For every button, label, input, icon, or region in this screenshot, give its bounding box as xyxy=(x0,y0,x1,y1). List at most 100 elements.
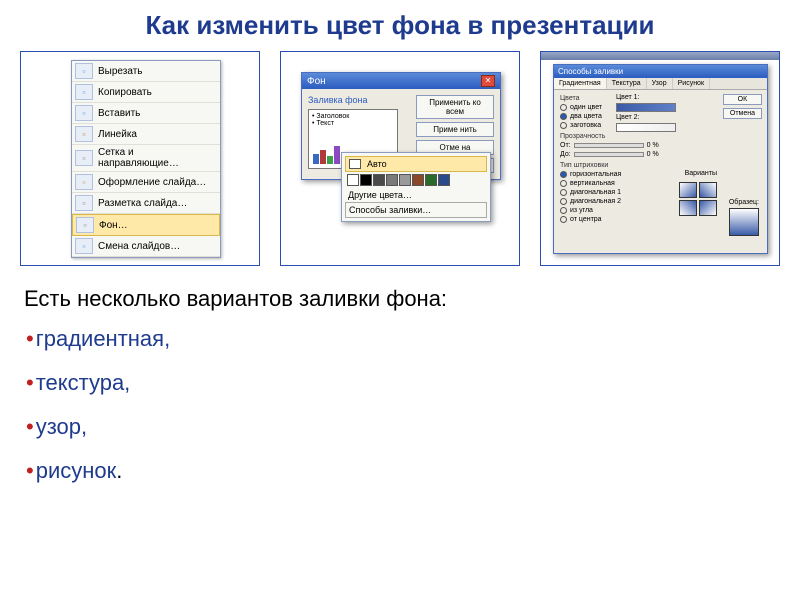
radio-option[interactable]: диагональная 1 xyxy=(560,189,761,196)
radio-label: один цвет xyxy=(570,104,602,111)
shading-group-label: Тип штриховки xyxy=(560,162,761,169)
dialog-tabs: ГрадиентнаяТекстураУзорРисунок xyxy=(554,78,767,90)
variants-grid xyxy=(679,182,717,216)
menu-item-icon: ▫ xyxy=(75,84,93,100)
radio-label: горизонтальная xyxy=(570,171,621,178)
slide-title: Как изменить цвет фона в презентации xyxy=(20,10,780,41)
radio-label: диагональная 1 xyxy=(570,189,621,196)
menu-item-icon: ▫ xyxy=(75,174,93,190)
menu-item-icon: ▫ xyxy=(75,195,93,211)
dialog-title-text: Фон xyxy=(307,76,326,87)
panels-row: ▫ Вырезать ▫ Копировать ▫Вставить▫Линейка▫Се… xyxy=(20,51,780,266)
to-label: До: xyxy=(560,151,571,158)
from-label: От: xyxy=(560,142,571,149)
fill-section-label: Заливка фона xyxy=(308,95,410,105)
panel-background-dialog: Фон ✕ Заливка фона • Заголовок • Текст xyxy=(280,51,520,266)
context-menu-item[interactable]: ▫Сетка и направляющие… xyxy=(72,145,220,172)
variant-swatch[interactable] xyxy=(699,182,717,198)
to-value: 0 % xyxy=(647,151,659,158)
radio-icon xyxy=(560,207,567,214)
bullet-item: текстура, xyxy=(26,370,780,396)
variant-swatch[interactable] xyxy=(699,200,717,216)
fill-methods-row[interactable]: Способы заливки… xyxy=(345,202,487,218)
context-menu-item[interactable]: ▫Вставить xyxy=(72,103,220,124)
color-swatch[interactable] xyxy=(425,174,437,186)
context-menu-item[interactable]: ▫ Смена слайдов… xyxy=(72,236,220,257)
radio-icon xyxy=(560,122,567,129)
radio-icon xyxy=(560,198,567,205)
radio-label: из угла xyxy=(570,207,593,214)
context-menu-item[interactable]: ▫ Оформление слайда… xyxy=(72,172,220,193)
menu-item-icon: ▫ xyxy=(76,217,94,233)
radio-icon xyxy=(560,113,567,120)
radio-label: заготовка xyxy=(570,122,601,129)
color-swatch[interactable] xyxy=(347,174,359,186)
auto-color-row[interactable]: Авто xyxy=(345,156,487,172)
radio-icon xyxy=(560,189,567,196)
chart-icon xyxy=(313,146,340,164)
color-swatch[interactable] xyxy=(438,174,450,186)
dialog-titlebar: Фон ✕ xyxy=(302,73,500,89)
app-titlebar xyxy=(541,52,779,60)
radio-label: два цвета xyxy=(570,113,602,120)
radio-icon xyxy=(560,171,567,178)
context-menu-item[interactable]: ▫Фон… xyxy=(72,214,220,236)
menu-item-icon: ▫ xyxy=(75,238,93,254)
color-swatch[interactable] xyxy=(373,174,385,186)
ok-button[interactable]: ОК xyxy=(723,94,762,105)
sample-preview xyxy=(729,208,759,236)
preview-line: • Заголовок xyxy=(312,113,394,120)
variant-swatch[interactable] xyxy=(679,182,697,198)
menu-item-label: Смена слайдов… xyxy=(98,241,180,252)
context-menu-item[interactable]: ▫ Копировать xyxy=(72,82,220,103)
preview-line: • Текст xyxy=(312,120,394,127)
context-menu: ▫ Вырезать ▫ Копировать ▫Вставить▫Линейка▫Се… xyxy=(71,60,221,258)
context-menu-item[interactable]: ▫ Вырезать xyxy=(72,61,220,82)
bullet-list: градиентная, текстура, узор, рисунок. xyxy=(20,326,780,484)
bullet-item: градиентная, xyxy=(26,326,780,352)
menu-item-label: Оформление слайда… xyxy=(98,177,206,188)
color-swatch[interactable] xyxy=(412,174,424,186)
fill-effects-dialog: Способы заливки ГрадиентнаяТекстураУзорР… xyxy=(553,64,768,254)
dialog-title-text: Способы заливки xyxy=(554,65,767,78)
dialog-tab[interactable]: Узор xyxy=(647,78,673,89)
menu-item-label: Копировать xyxy=(98,87,152,98)
to-slider[interactable] xyxy=(574,152,644,157)
dialog-button[interactable]: Приме нить xyxy=(416,122,494,137)
panel-fill-effects: Способы заливки ГрадиентнаяТекстураУзорР… xyxy=(540,51,780,266)
radio-option[interactable]: горизонтальная xyxy=(560,171,761,178)
cancel-button[interactable]: Отмена xyxy=(723,108,762,119)
menu-item-icon: ▫ xyxy=(75,150,93,166)
context-menu-item[interactable]: ▫ Разметка слайда… xyxy=(72,193,220,214)
radio-icon xyxy=(560,216,567,223)
radio-label: от центра xyxy=(570,216,602,223)
dialog-button[interactable]: Применить ко всем xyxy=(416,95,494,119)
color2-field[interactable] xyxy=(616,123,676,132)
from-value: 0 % xyxy=(647,142,659,149)
dialog-tab[interactable]: Градиентная xyxy=(554,78,607,89)
color-swatch[interactable] xyxy=(386,174,398,186)
bullet-item: рисунок. xyxy=(26,458,780,484)
color1-label: Цвет 1: xyxy=(616,94,639,101)
context-menu-item[interactable]: ▫Линейка xyxy=(72,124,220,145)
auto-swatch-icon xyxy=(349,159,361,169)
menu-item-icon: ▫ xyxy=(75,126,93,142)
menu-item-label: Вырезать xyxy=(98,66,142,77)
variant-swatch[interactable] xyxy=(679,200,697,216)
menu-item-label: Разметка слайда… xyxy=(98,198,187,209)
menu-item-icon: ▫ xyxy=(75,105,93,121)
radio-icon xyxy=(560,104,567,111)
dialog-tab[interactable]: Текстура xyxy=(607,78,647,89)
color1-field[interactable] xyxy=(616,103,676,112)
dialog-tab[interactable]: Рисунок xyxy=(673,78,710,89)
close-icon[interactable]: ✕ xyxy=(481,75,495,87)
color-swatch[interactable] xyxy=(360,174,372,186)
from-slider[interactable] xyxy=(574,143,644,148)
color-swatch[interactable] xyxy=(399,174,411,186)
bullet-item: узор, xyxy=(26,414,780,440)
radio-label: вертикальная xyxy=(570,180,615,187)
radio-option[interactable]: вертикальная xyxy=(560,180,761,187)
color2-label: Цвет 2: xyxy=(616,114,639,121)
other-colors-row[interactable]: Другие цвета… xyxy=(345,188,487,202)
menu-item-icon: ▫ xyxy=(75,63,93,79)
